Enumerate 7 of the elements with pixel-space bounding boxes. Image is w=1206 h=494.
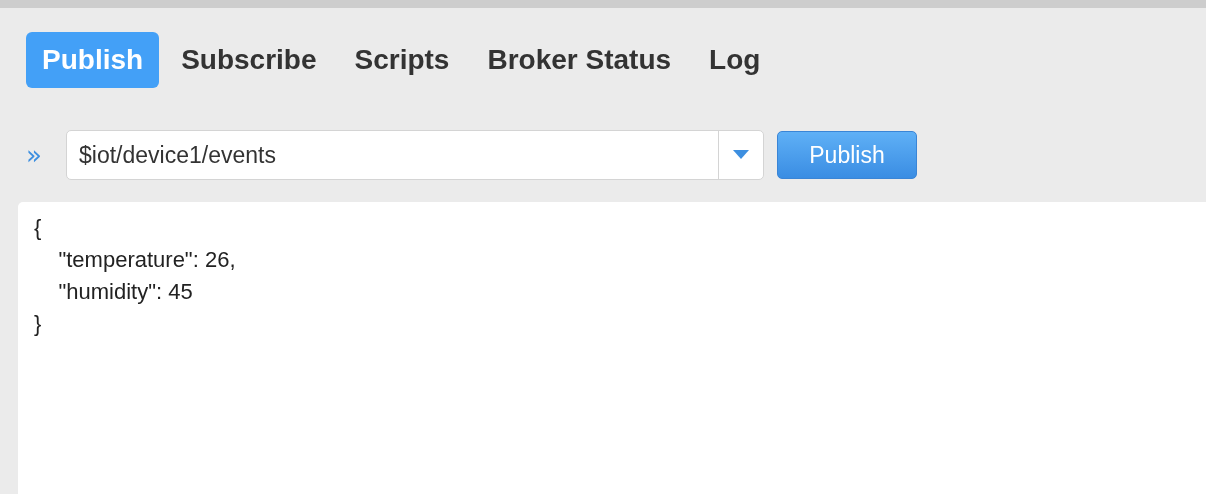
topic-select[interactable]: $iot/device1/events [66, 130, 764, 180]
caret-icon [733, 150, 749, 160]
tab[interactable]: Subscribe [165, 32, 333, 88]
tab[interactable]: Scripts [338, 32, 466, 88]
message-editor[interactable]: { "temperature": 26, "humidity": 45 } [18, 202, 1206, 494]
tab[interactable]: Broker Status [471, 32, 688, 88]
tab[interactable]: Log [693, 32, 777, 88]
